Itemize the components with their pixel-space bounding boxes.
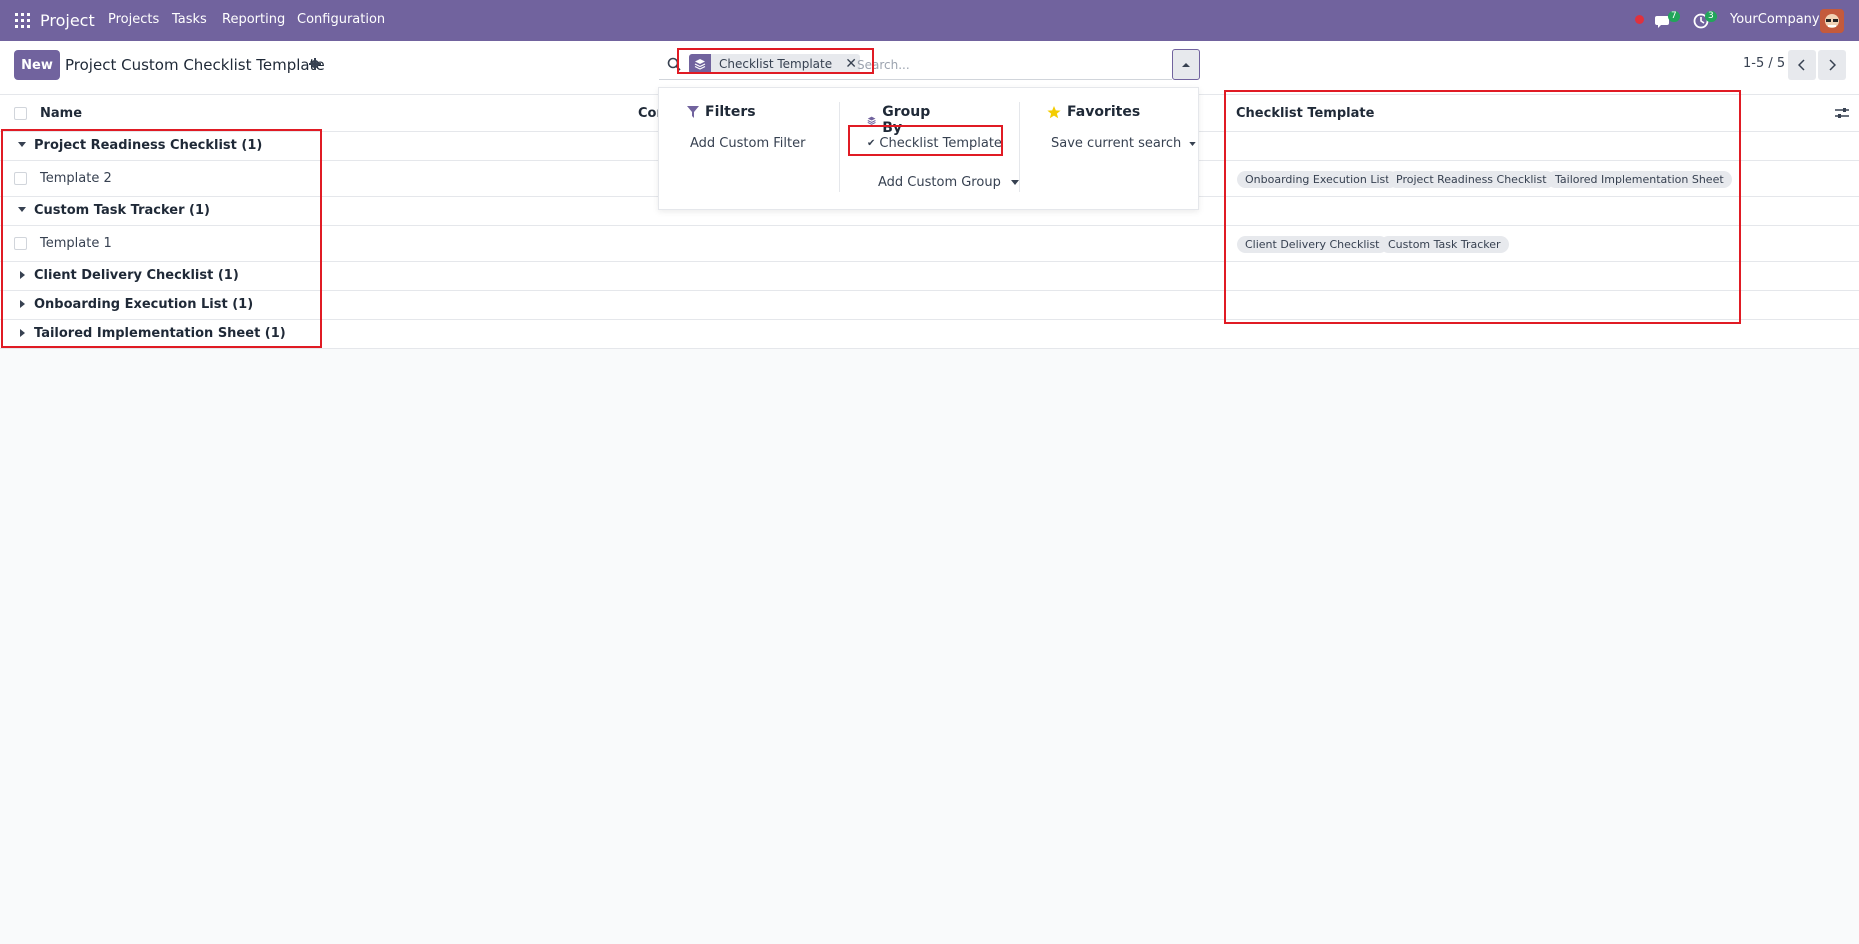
- row-name: Template 2: [40, 171, 112, 186]
- caret-right-icon: [20, 300, 25, 308]
- tag: Onboarding Execution List: [1237, 171, 1398, 188]
- tag: Custom Task Tracker: [1380, 236, 1509, 253]
- group-row[interactable]: Client Delivery Checklist (1): [0, 262, 1859, 291]
- search-panel-toggle[interactable]: [1172, 49, 1200, 80]
- save-current-search-label: Save current search: [1051, 136, 1182, 151]
- group-row[interactable]: Tailored Implementation Sheet (1): [0, 320, 1859, 349]
- groupby-option-checklist-template[interactable]: ✔ Checklist Template: [867, 136, 1002, 151]
- group-label: Client Delivery Checklist (1): [34, 268, 239, 283]
- layers-icon: [689, 54, 711, 74]
- group-label: Onboarding Execution List (1): [34, 297, 254, 312]
- search-icon: [667, 57, 681, 71]
- add-custom-group-select[interactable]: Add Custom Group: [878, 175, 1019, 190]
- pager-value[interactable]: 1-5 / 5: [1743, 56, 1785, 71]
- check-icon: ✔: [867, 138, 876, 149]
- top-navbar: Project Projects Tasks Reporting Configu…: [0, 0, 1859, 41]
- menu-tasks[interactable]: Tasks: [172, 12, 207, 27]
- star-icon: [1047, 105, 1061, 118]
- row-checkbox[interactable]: [14, 237, 27, 250]
- menu-configuration[interactable]: Configuration: [297, 12, 385, 27]
- filter-icon: [687, 106, 699, 118]
- groupby-facet: Checklist Template ✕: [689, 54, 861, 74]
- filters-title: Filters: [705, 104, 756, 120]
- add-custom-filter[interactable]: Add Custom Filter: [690, 136, 805, 151]
- caret-right-icon: [20, 329, 25, 337]
- layers-icon: [867, 116, 876, 125]
- group-row[interactable]: Onboarding Execution List (1): [0, 291, 1859, 320]
- search-input[interactable]: [857, 55, 1157, 75]
- tag: Project Readiness Checklist: [1388, 171, 1555, 188]
- company-switcher[interactable]: YourCompany: [1730, 12, 1820, 27]
- chevron-right-icon: [1829, 59, 1836, 71]
- app-name[interactable]: Project: [40, 11, 95, 30]
- caret-down-icon: [18, 207, 26, 212]
- activity-count-badge: 3: [1705, 11, 1717, 22]
- groupby-title: Group By: [882, 104, 931, 136]
- row-checkbox[interactable]: [14, 172, 27, 185]
- menu-projects[interactable]: Projects: [108, 12, 159, 27]
- divider: [839, 102, 840, 192]
- optional-columns-icon[interactable]: [1835, 107, 1849, 123]
- group-label: Custom Task Tracker (1): [34, 203, 210, 218]
- group-label: Project Readiness Checklist (1): [34, 138, 263, 153]
- add-custom-group-label: Add Custom Group: [878, 175, 1001, 190]
- menu-reporting[interactable]: Reporting: [222, 12, 285, 27]
- caret-down-icon: [18, 142, 26, 147]
- caret-down-icon: [1189, 141, 1196, 146]
- pager-next-button[interactable]: [1818, 50, 1846, 80]
- column-header-checklist-template[interactable]: Checklist Template: [1236, 106, 1374, 121]
- user-avatar[interactable]: [1820, 9, 1844, 33]
- apps-grid-icon[interactable]: [15, 13, 30, 28]
- caret-down-icon: [1010, 180, 1019, 185]
- recording-indicator-icon[interactable]: [1635, 15, 1644, 24]
- column-header-name[interactable]: Name: [40, 106, 82, 121]
- chevron-left-icon: [1798, 59, 1805, 71]
- tag: Tailored Implementation Sheet: [1547, 171, 1732, 188]
- select-all-checkbox[interactable]: [14, 107, 27, 120]
- save-current-search[interactable]: Save current search: [1051, 136, 1196, 151]
- favorites-title: Favorites: [1067, 104, 1141, 120]
- pager-previous-button[interactable]: [1788, 50, 1816, 80]
- row-name: Template 1: [40, 236, 112, 251]
- facet-label: Checklist Template: [719, 57, 833, 71]
- group-label: Tailored Implementation Sheet (1): [34, 326, 286, 341]
- divider: [1019, 102, 1020, 192]
- page-title: Project Custom Checklist Template: [65, 56, 325, 74]
- caret-up-icon: [1182, 62, 1190, 67]
- new-button[interactable]: New: [14, 50, 60, 80]
- search-dropdown-panel: Filters Add Custom Filter Group By ✔ Che…: [658, 87, 1199, 210]
- search-bar[interactable]: Checklist Template ✕: [659, 49, 1172, 80]
- gear-icon[interactable]: [309, 58, 321, 70]
- table-row[interactable]: Template 1 Client Delivery Checklist Cus…: [0, 226, 1859, 262]
- tag: Client Delivery Checklist: [1237, 236, 1388, 253]
- chat-count-badge: 7: [1668, 11, 1680, 22]
- groupby-option-label: Checklist Template: [879, 136, 1002, 151]
- caret-right-icon: [20, 271, 25, 279]
